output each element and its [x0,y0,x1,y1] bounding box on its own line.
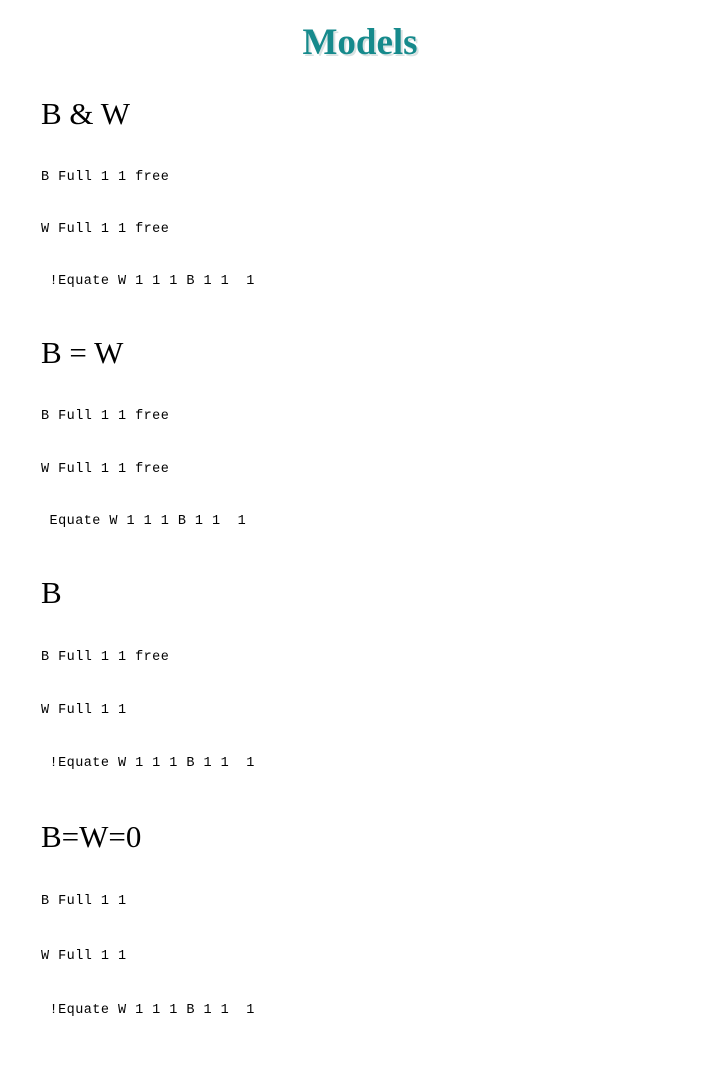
section-heading: B & W [41,96,130,131]
model-section-b-equals-w: B = W B Full 1 1 free W Full 1 1 free Eq… [41,335,661,564]
code-line: !Equate W 1 1 1 B 1 1 1 [41,1003,255,1019]
slide-body: B & W B Full 1 1 free W Full 1 1 free !E… [41,96,661,1067]
code-line: B Full 1 1 free [41,409,170,425]
page-title: Models [302,22,418,63]
code-line: !Equate W 1 1 1 B 1 1 1 [41,756,255,772]
section-heading: B [41,574,62,610]
model-section-bw: B & W B Full 1 1 free W Full 1 1 free !E… [41,96,661,325]
code-block: B Full 1 1 free W Full 1 1 !Equate W 1 1… [41,613,661,809]
code-line: B Full 1 1 free [41,649,170,665]
code-line: W Full 1 1 [41,948,127,964]
code-block: B Full 1 1 W Full 1 1 !Equate W 1 1 1 B … [41,857,661,1057]
code-line: W Full 1 1 free [41,461,170,477]
code-block: B Full 1 1 free W Full 1 1 free !Equate … [41,134,661,325]
code-line: !Equate W 1 1 1 B 1 1 1 [41,274,255,290]
model-section-b-w-zero: B=W=0 B Full 1 1 W Full 1 1 !Equate W 1 … [41,819,661,1057]
code-line: W Full 1 1 free [41,222,170,238]
code-line: B Full 1 1 [41,894,127,910]
code-line: W Full 1 1 [41,702,127,718]
section-heading: B=W=0 [41,818,142,854]
code-line: B Full 1 1 free [41,169,170,185]
model-section-b: B B Full 1 1 free W Full 1 1 !Equate W 1… [41,575,661,809]
section-heading: B = W [41,335,124,371]
code-block: B Full 1 1 free W Full 1 1 free Equate W… [41,373,661,564]
slide: Models B & W B Full 1 1 free W Full 1 1 … [0,0,720,1018]
code-line: Equate W 1 1 1 B 1 1 1 [41,513,247,529]
